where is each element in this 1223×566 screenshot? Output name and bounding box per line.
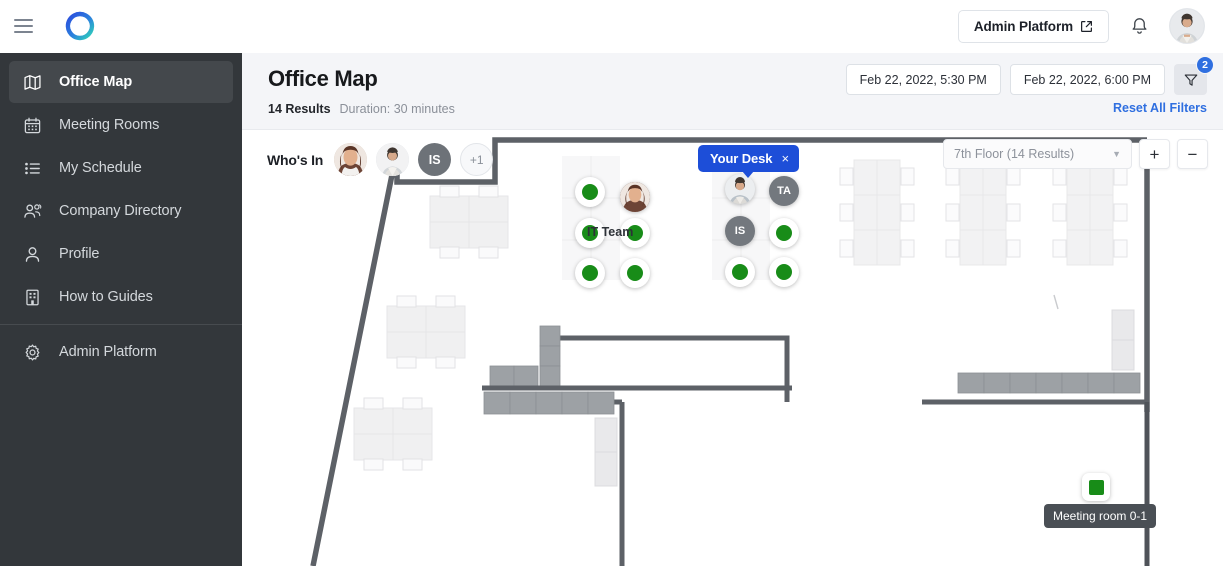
floor-selector-dropdown[interactable]: 7th Floor (14 Results) ▼ [943,139,1132,169]
sidebar-item-label: Admin Platform [59,344,157,360]
filter-button[interactable]: 2 [1174,56,1214,95]
reset-all-filters-link[interactable]: Reset All Filters [1113,101,1207,115]
user-avatar[interactable] [1169,8,1205,44]
sidebar-item-how-to-guides[interactable]: How to Guides [9,276,233,318]
availability-dot [627,225,643,241]
availability-dot [582,184,598,200]
whos-in-avatar[interactable] [334,143,368,176]
brand-ring-logo-icon [63,9,97,43]
whos-in-initials[interactable]: IS [418,143,452,176]
office-map-canvas[interactable]: Who's In IS +1 7th Floor (14 Results) ▼ … [242,130,1223,566]
sidebar-item-meeting-rooms[interactable]: Meeting Rooms [9,104,233,146]
sidebar-item-label: How to Guides [59,289,153,305]
page-subtitle: 14 Results Duration: 30 minutes [268,102,455,116]
external-link-icon [1081,20,1092,32]
top-navigation-bar: Admin Platform [0,0,1223,53]
sidebar-item-admin-platform[interactable]: Admin Platform [9,331,233,373]
sidebar-item-label: Office Map [59,74,133,90]
duration-text: Duration: 30 minutes [339,102,455,116]
sidebar-item-profile[interactable]: Profile [9,233,233,275]
map-icon [21,71,43,93]
people-icon [21,200,43,222]
availability-dot [732,264,748,280]
sidebar-item-my-schedule[interactable]: My Schedule [9,147,233,189]
main-content: Office Map 14 Results Duration: 30 minut… [242,53,1223,566]
desk-marker-available[interactable] [575,258,605,288]
desk-marker-available[interactable] [769,257,799,287]
hamburger-menu-icon[interactable] [0,0,46,53]
zoom-out-button[interactable]: − [1177,139,1208,169]
whos-in-avatar[interactable] [376,143,410,176]
availability-dot [627,265,643,281]
desk-marker-your-desk[interactable] [725,174,755,204]
gear-icon [21,341,43,363]
desk-marker-available[interactable] [620,218,650,248]
whos-in-group: Who's In IS +1 [267,143,494,176]
person-icon [21,243,43,265]
building-icon [21,286,43,308]
page-header: Office Map 14 Results Duration: 30 minut… [242,53,1223,130]
sidebar-item-label: Company Directory [59,203,182,219]
desk-marker-occupied[interactable]: TA [769,176,799,206]
desk-marker-available[interactable] [725,257,755,287]
your-desk-tooltip[interactable]: Your Desk × [698,145,799,178]
sidebar-item-label: My Schedule [59,160,142,176]
filter-funnel-icon [1184,74,1197,86]
calendar-icon [21,114,43,136]
page-title: Office Map [268,66,378,91]
floor-selector-value: 7th Floor (14 Results) [954,147,1075,161]
your-desk-tooltip-label: Your Desk [710,151,773,166]
header-controls: Feb 22, 2022, 5:30 PM Feb 22, 2022, 6:00… [845,56,1214,95]
admin-platform-button[interactable]: Admin Platform [957,9,1109,43]
floor-controls: 7th Floor (14 Results) ▼ + − [943,139,1208,169]
start-datetime-input[interactable]: Feb 22, 2022, 5:30 PM [845,64,1001,95]
filter-count-badge: 2 [1196,56,1214,74]
admin-platform-label: Admin Platform [973,18,1073,34]
desk-marker-available[interactable] [575,177,605,207]
availability-dot [582,265,598,281]
zoom-in-button[interactable]: + [1139,139,1170,169]
top-bar-actions: Admin Platform [957,8,1223,44]
sidebar-item-label: Profile [59,246,100,262]
whos-in-more-count[interactable]: +1 [460,143,494,176]
chevron-down-icon: ▼ [1112,149,1121,159]
notifications-bell-icon[interactable] [1126,13,1152,39]
results-count: 14 Results [268,102,331,116]
whos-in-label: Who's In [267,151,324,168]
availability-dot [776,225,792,241]
availability-dot [776,264,792,280]
availability-dot [582,225,598,241]
room-availability-square [1088,479,1104,495]
desk-marker-available[interactable] [575,218,605,248]
room-marker-meeting[interactable] [1082,473,1110,501]
desk-marker-occupied[interactable] [620,182,650,212]
close-icon[interactable]: × [781,151,789,166]
list-icon [21,157,43,179]
desk-marker-available[interactable] [620,258,650,288]
end-datetime-input[interactable]: Feb 22, 2022, 6:00 PM [1009,64,1165,95]
sidebar-divider [0,324,242,325]
sidebar-item-label: Meeting Rooms [59,117,160,133]
sidebar-navigation: Office Map Meeting Rooms My Schedule Com… [0,53,242,566]
sidebar-item-office-map[interactable]: Office Map [9,61,233,103]
desk-marker-available[interactable] [769,218,799,248]
sidebar-item-company-directory[interactable]: Company Directory [9,190,233,232]
desk-marker-occupied[interactable]: IS [725,216,755,246]
meeting-room-tooltip: Meeting room 0-1 [1044,504,1157,528]
office-map-app: Admin Platform Office Map Meeting Rooms … [0,0,1223,566]
